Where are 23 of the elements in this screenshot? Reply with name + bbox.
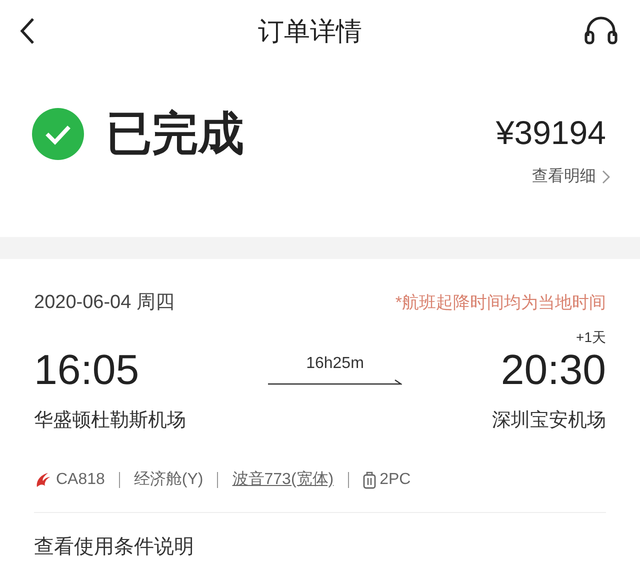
baggage-allowance: 2PC: [362, 470, 411, 488]
headset-icon[interactable]: [584, 16, 618, 46]
flight-date: 2020-06-04 周四: [34, 291, 174, 315]
local-time-note: *航班起降时间均为当地时间: [395, 292, 606, 314]
order-price: ¥39194: [496, 114, 606, 152]
luggage-icon: [362, 470, 376, 488]
bird-logo-icon: [34, 470, 52, 488]
flight-number: CA818: [34, 470, 105, 488]
aircraft-link[interactable]: 波音773(宽体): [232, 469, 334, 490]
order-status: 已完成: [106, 106, 244, 161]
flight-duration: 16h25m: [306, 355, 364, 373]
departure-airport: 华盛顿杜勒斯机场: [34, 409, 186, 433]
check-circle-icon: [32, 108, 84, 160]
details-link[interactable]: 查看明细: [532, 166, 610, 187]
back-button[interactable]: [18, 16, 36, 46]
arrival-airport: 深圳宝安机场: [492, 409, 606, 433]
page-title: 订单详情: [258, 14, 362, 48]
departure-time: 16:05: [34, 347, 140, 393]
day-offset: +1天: [576, 329, 606, 347]
chevron-icon: [602, 170, 610, 184]
usage-conditions-link[interactable]: 查看使用条件说明: [34, 533, 606, 560]
arrival-time: 20:30: [500, 347, 606, 393]
cabin-class: 经济舱(Y): [134, 470, 204, 490]
